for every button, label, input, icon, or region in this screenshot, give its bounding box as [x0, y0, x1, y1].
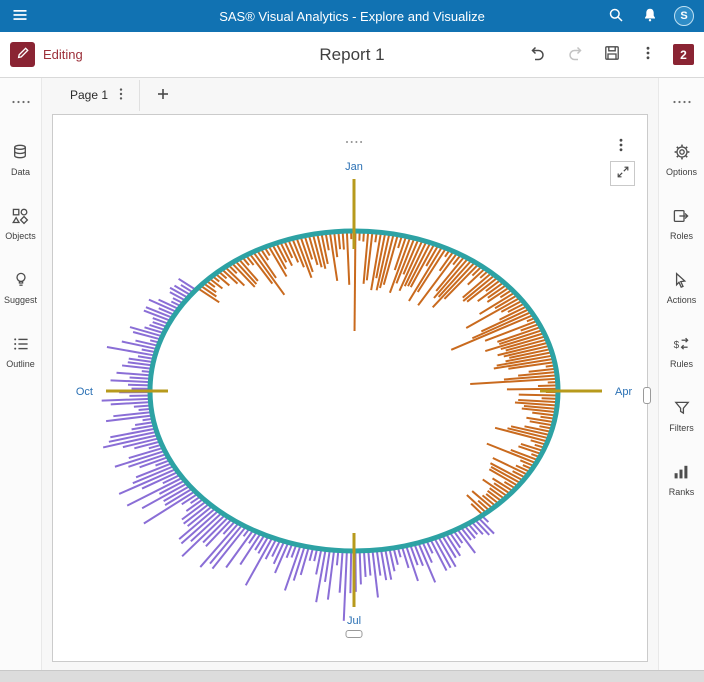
panel-item-roles[interactable]: Roles — [670, 207, 693, 241]
editing-label: Editing — [43, 47, 83, 62]
lightbulb-icon — [12, 271, 30, 291]
panel-item-rules[interactable]: $ Rules — [670, 335, 693, 369]
svg-text:Apr: Apr — [615, 386, 632, 398]
save-button[interactable] — [601, 42, 623, 67]
panel-item-options[interactable]: Options — [666, 143, 697, 177]
left-rail-overflow-button[interactable] — [7, 90, 35, 113]
right-rail: Options Roles Actions $ Rules Filters Ra… — [658, 78, 704, 670]
radial-bar-chart[interactable]: Jan Apr Jul Oct — [68, 129, 640, 634]
menu-button[interactable] — [10, 5, 30, 28]
search-icon — [608, 7, 624, 26]
object-menu-button[interactable] — [611, 135, 631, 158]
list-icon — [12, 335, 30, 355]
tab-label: Page 1 — [70, 88, 109, 102]
resize-handle-bottom[interactable] — [345, 630, 363, 638]
expand-icon — [616, 165, 630, 182]
ellipsis-icon — [11, 94, 31, 109]
toolbar-menu-button[interactable] — [638, 43, 658, 66]
report-title: Report 1 — [319, 44, 385, 64]
center-column: Page 1 Jan Apr Jul Oct — [42, 78, 658, 670]
editing-mode-button[interactable] — [10, 42, 35, 67]
rules-icon: $ — [672, 335, 690, 355]
svg-text:Oct: Oct — [76, 386, 93, 398]
redo-icon — [566, 44, 584, 65]
drag-dots-icon — [345, 133, 363, 148]
panel-item-label: Filters — [669, 423, 694, 433]
plus-icon — [156, 87, 170, 104]
right-rail-overflow-button[interactable] — [668, 90, 696, 113]
hamburger-icon — [12, 7, 28, 26]
shapes-icon — [11, 207, 29, 227]
workspace: Data Objects Suggest Outline Page 1 Jan … — [0, 78, 704, 670]
sidebar-item-label: Data — [10, 167, 30, 177]
app-header: SAS® Visual Analytics - Explore and Visu… — [0, 0, 704, 32]
alert-count-badge[interactable]: 2 — [673, 44, 694, 65]
bell-icon — [642, 7, 658, 26]
panel-item-label: Roles — [669, 231, 693, 241]
panel-item-filters[interactable]: Filters — [669, 399, 694, 433]
tab-page-1[interactable]: Page 1 — [58, 79, 141, 111]
panel-item-actions[interactable]: Actions — [666, 271, 697, 305]
save-icon — [603, 44, 621, 65]
object-drag-handle[interactable] — [345, 133, 363, 148]
kebab-icon — [640, 45, 656, 64]
sidebar-item-suggest[interactable]: Suggest — [4, 271, 37, 305]
sidebar-item-label: Suggest — [3, 295, 38, 305]
cursor-icon — [672, 271, 690, 291]
panel-item-label: Actions — [666, 295, 697, 305]
svg-text:Jul: Jul — [347, 615, 361, 627]
maximize-object-button[interactable] — [610, 161, 635, 186]
tab-menu-icon[interactable] — [115, 87, 127, 104]
undo-icon — [529, 44, 547, 65]
avatar-initial: S — [680, 10, 688, 22]
gear-icon — [673, 143, 691, 163]
chart-object[interactable]: Jan Apr Jul Oct — [68, 129, 640, 638]
database-icon — [11, 143, 29, 163]
ellipsis-icon — [672, 94, 692, 109]
notifications-button[interactable] — [640, 5, 660, 28]
bottom-scroll-strip[interactable] — [0, 670, 704, 682]
add-page-button[interactable] — [152, 83, 174, 108]
sidebar-item-label: Outline — [6, 359, 35, 369]
panel-item-label: Rules — [669, 359, 693, 369]
pencil-icon — [16, 46, 30, 63]
funnel-icon — [673, 399, 691, 419]
sidebar-item-label: Objects — [5, 231, 36, 241]
resize-handle-right[interactable] — [643, 387, 651, 404]
search-button[interactable] — [606, 5, 626, 28]
undo-button[interactable] — [527, 42, 549, 67]
redo-button[interactable] — [564, 42, 586, 67]
app-title: SAS® Visual Analytics - Explore and Visu… — [219, 8, 485, 24]
sidebar-item-objects[interactable]: Objects — [5, 207, 36, 241]
kebab-icon — [613, 138, 629, 156]
svg-text:$: $ — [674, 340, 680, 351]
report-canvas[interactable]: Jan Apr Jul Oct — [52, 114, 651, 662]
panel-item-label: Options — [665, 167, 698, 177]
svg-text:Jan: Jan — [345, 161, 363, 173]
user-avatar[interactable]: S — [674, 6, 694, 26]
sidebar-item-data[interactable]: Data — [11, 143, 30, 177]
roles-icon — [672, 207, 690, 227]
report-toolbar: Editing Report 1 2 — [0, 32, 704, 78]
bar-chart-icon — [672, 463, 690, 483]
left-rail: Data Objects Suggest Outline — [0, 78, 42, 670]
panel-item-label: Ranks — [668, 487, 695, 497]
page-tabbar: Page 1 — [42, 78, 658, 112]
panel-item-ranks[interactable]: Ranks — [668, 463, 695, 497]
sidebar-item-outline[interactable]: Outline — [6, 335, 35, 369]
